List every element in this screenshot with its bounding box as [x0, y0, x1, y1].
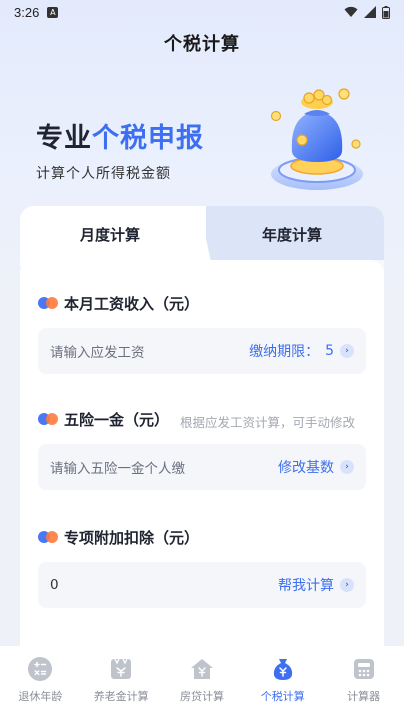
nav-item-calculator[interactable]: 计算器: [323, 646, 404, 720]
nav-label-mortgage: 房贷计算: [179, 690, 224, 703]
nav-item-pension[interactable]: 养老金计算: [81, 646, 162, 720]
payment-period-value: 5: [325, 343, 334, 359]
banner-title-part2: 个税申报: [92, 123, 204, 154]
signal-icon: [364, 6, 376, 18]
section-marker-icon: [38, 531, 58, 543]
banner-title: 专业个税申报: [36, 116, 204, 155]
battery-icon: [382, 5, 390, 19]
insurance-hint: 根据应发工资计算，可手动修改: [180, 415, 356, 430]
money-bag-illustration: [270, 88, 363, 190]
help-calculate-label: 帮我计算: [278, 578, 334, 594]
page-title: 个税计算: [164, 34, 240, 55]
nav-item-retirement-age[interactable]: 退休年龄: [0, 646, 81, 720]
chevron-right-icon: ›: [340, 460, 354, 474]
chevron-right-icon: ›: [340, 578, 354, 592]
insurance-field[interactable]: 请输入五险一金个人缴 修改基数 ›: [38, 444, 366, 490]
tab-monthly[interactable]: 月度计算: [80, 224, 140, 245]
chevron-right-icon: ›: [340, 344, 354, 358]
deduction-field[interactable]: 0 帮我计算 ›: [38, 562, 366, 608]
nav-label-retirement-age: 退休年龄: [18, 690, 63, 703]
section-marker-icon: [38, 413, 58, 425]
deduction-section-title: 专项附加扣除（元）: [64, 529, 200, 547]
deduction-input[interactable]: 0: [50, 577, 59, 593]
status-time: 3:26: [14, 4, 40, 20]
modify-base-label: 修改基数: [278, 460, 334, 476]
wifi-icon: [344, 6, 358, 17]
salary-field[interactable]: 请输入应发工资 缴纳期限： 5 ›: [38, 328, 366, 374]
status-bar: 3:26 A: [0, 0, 404, 24]
insurance-input[interactable]: 请输入五险一金个人缴: [50, 457, 185, 477]
house-yen-icon: [190, 659, 213, 679]
banner-title-part1: 专业: [36, 123, 92, 154]
salary-section-title: 本月工资收入（元）: [64, 295, 200, 313]
payment-period-button[interactable]: 缴纳期限： 5 ›: [249, 341, 354, 361]
banner-subtitle: 计算个人所得税金额: [36, 166, 171, 182]
tab-annual[interactable]: 年度计算: [262, 224, 322, 245]
bottom-nav: 退休年龄 养老金计算 房贷计算 个税计算 计算器: [0, 646, 404, 720]
tab-divider-shape: [188, 206, 212, 266]
calculator-ops-icon: [28, 657, 53, 681]
calculator-icon: [353, 659, 374, 679]
notification-icon: A: [47, 6, 59, 18]
section-marker-icon: [38, 297, 58, 309]
nav-item-mortgage[interactable]: 房贷计算: [162, 646, 243, 720]
nav-item-income-tax[interactable]: 个税计算: [242, 646, 323, 720]
nav-label-pension: 养老金计算: [93, 690, 149, 703]
nav-label-income-tax: 个税计算: [260, 690, 305, 703]
pension-icon: [111, 658, 132, 679]
payment-period-label: 缴纳期限：: [249, 344, 320, 360]
nav-label-calculator: 计算器: [347, 690, 381, 703]
help-calculate-button[interactable]: 帮我计算 ›: [278, 575, 354, 595]
money-bag-icon: [273, 659, 292, 680]
modify-base-button[interactable]: 修改基数 ›: [278, 457, 354, 477]
insurance-section-title: 五险一金（元）: [64, 411, 170, 429]
salary-input[interactable]: 请输入应发工资: [50, 341, 145, 361]
